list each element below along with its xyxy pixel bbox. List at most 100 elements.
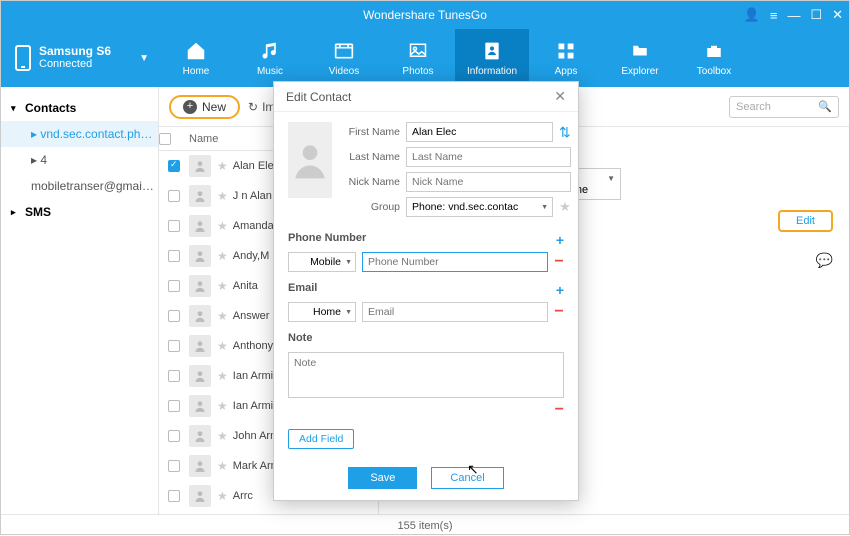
apps-icon (553, 40, 579, 62)
avatar-icon (189, 365, 211, 387)
nav-home[interactable]: Home (159, 29, 233, 87)
nav-apps[interactable]: Apps (529, 29, 603, 87)
minimize-icon[interactable]: — (787, 8, 800, 23)
import-button[interactable]: ↻ Im (248, 100, 275, 114)
row-checkbox[interactable] (168, 190, 180, 202)
row-checkbox[interactable] (168, 370, 180, 382)
phone-type-select[interactable]: Mobile (288, 252, 356, 272)
swap-icon[interactable]: ⇅ (559, 124, 571, 141)
nav-photos[interactable]: Photos (381, 29, 455, 87)
email-field[interactable] (362, 302, 548, 322)
row-checkbox[interactable] (168, 430, 180, 442)
device-status: Connected (39, 58, 111, 71)
cancel-button[interactable]: Cancel (431, 467, 503, 489)
row-checkbox[interactable] (168, 340, 180, 352)
remove-email-icon[interactable]: − (554, 303, 564, 321)
close-icon[interactable]: ✕ (554, 88, 566, 105)
row-checkbox[interactable] (168, 250, 180, 262)
photo-icon (405, 40, 431, 62)
avatar-icon (189, 155, 211, 177)
star-icon[interactable]: ★ (217, 429, 228, 443)
nick-name-field[interactable] (406, 172, 571, 192)
email-type-select[interactable]: Home (288, 302, 356, 322)
row-name: Ian Armit (233, 370, 276, 382)
avatar-icon (189, 335, 211, 357)
save-button[interactable]: Save (348, 467, 417, 489)
chevron-right-icon: ▸ (11, 207, 19, 218)
note-field[interactable] (288, 352, 564, 398)
sidebar-contacts[interactable]: ▾Contacts (1, 95, 158, 121)
star-icon[interactable]: ★ (217, 279, 228, 293)
add-email-icon[interactable]: + (556, 282, 564, 298)
star-icon[interactable]: ★ (217, 189, 228, 203)
row-checkbox[interactable] (168, 220, 180, 232)
select-all-checkbox[interactable] (159, 133, 171, 145)
nav-videos[interactable]: Videos (307, 29, 381, 87)
column-name: Name (189, 133, 218, 145)
row-checkbox[interactable] (168, 400, 180, 412)
star-icon[interactable]: ★ (217, 309, 228, 323)
group-field[interactable]: Phone: vnd.sec.contac (406, 197, 553, 217)
message-icon[interactable]: 💬 (816, 252, 833, 269)
avatar-icon (189, 455, 211, 477)
star-icon[interactable]: ★ (217, 339, 228, 353)
phone-field[interactable] (362, 252, 548, 272)
new-button[interactable]: +New (169, 95, 240, 119)
folder-icon (627, 40, 653, 62)
edit-button[interactable]: Edit (778, 210, 833, 232)
phone-icon (15, 45, 31, 71)
nav-music[interactable]: Music (233, 29, 307, 87)
star-icon[interactable]: ★ (217, 459, 228, 473)
sidebar-account-1[interactable]: ▸ 4 (1, 147, 158, 173)
home-icon (183, 40, 209, 62)
avatar-icon (189, 245, 211, 267)
chevron-down-icon: ▾ (11, 103, 19, 114)
avatar-icon (189, 275, 211, 297)
last-name-field[interactable] (406, 147, 571, 167)
avatar-icon (189, 485, 211, 507)
search-input[interactable]: Search🔍 (729, 96, 839, 118)
device-selector[interactable]: Samsung S6 Connected ▼ (1, 45, 159, 71)
menu-icon[interactable]: ≡ (770, 8, 778, 23)
window-controls: 👤 ≡ — ☐ ✕ (744, 1, 843, 29)
row-name: Arrc (233, 490, 253, 502)
header: Samsung S6 Connected ▼ Home Music Videos… (1, 29, 849, 87)
modal-title: Edit Contact (286, 90, 351, 104)
star-icon[interactable]: ★ (217, 399, 228, 413)
remove-note-icon[interactable]: − (555, 401, 564, 418)
remove-phone-icon[interactable]: − (554, 253, 564, 271)
maximize-icon[interactable]: ☐ (810, 7, 822, 23)
table-row[interactable]: ★Peter Bar (159, 511, 378, 514)
sidebar-account-0[interactable]: ▸ vnd.sec.contact.phone (1, 121, 158, 147)
toolbox-icon (701, 40, 727, 62)
star-icon[interactable]: ★ (217, 159, 228, 173)
avatar-icon (189, 215, 211, 237)
row-name: Andy,M (233, 250, 269, 262)
first-name-field[interactable] (406, 122, 553, 142)
add-field-button[interactable]: Add Field (288, 429, 354, 449)
close-icon[interactable]: ✕ (832, 7, 843, 23)
row-checkbox[interactable] (168, 160, 180, 172)
avatar-icon (189, 185, 211, 207)
star-icon[interactable]: ★ (217, 489, 228, 503)
star-icon[interactable]: ★ (559, 199, 571, 215)
star-icon[interactable]: ★ (217, 369, 228, 383)
sidebar-sms[interactable]: ▸SMS (1, 199, 158, 225)
row-checkbox[interactable] (168, 310, 180, 322)
star-icon[interactable]: ★ (217, 219, 228, 233)
row-checkbox[interactable] (168, 460, 180, 472)
sidebar: ▾Contacts ▸ vnd.sec.contact.phone ▸ 4 mo… (1, 87, 159, 514)
sidebar-account-2[interactable]: mobiletranser@gmail.c... (1, 173, 158, 199)
row-name: Anita (233, 280, 258, 292)
main-nav: Home Music Videos Photos Information App… (159, 29, 849, 87)
titlebar: Wondershare TunesGo 👤 ≡ — ☐ ✕ (1, 1, 849, 29)
nav-information[interactable]: Information (455, 29, 529, 87)
nav-explorer[interactable]: Explorer (603, 29, 677, 87)
row-checkbox[interactable] (168, 490, 180, 502)
nav-toolbox[interactable]: Toolbox (677, 29, 751, 87)
add-phone-icon[interactable]: + (556, 232, 564, 248)
avatar-placeholder[interactable] (288, 122, 332, 198)
star-icon[interactable]: ★ (217, 249, 228, 263)
user-icon[interactable]: 👤 (744, 7, 760, 23)
row-checkbox[interactable] (168, 280, 180, 292)
